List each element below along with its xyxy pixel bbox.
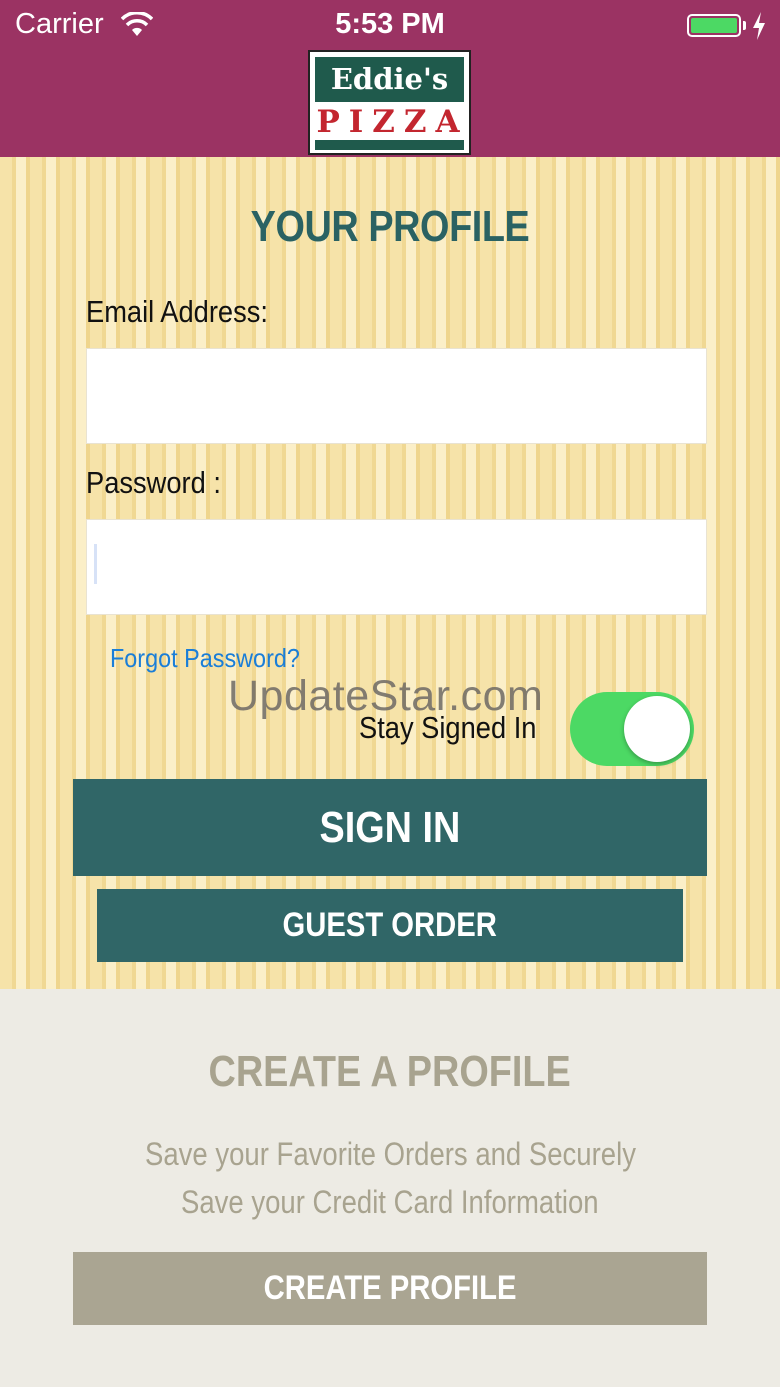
create-desc-line2: Save your Credit Card Information bbox=[0, 1184, 780, 1221]
create-desc-line2-text: Save your Credit Card Information bbox=[181, 1184, 599, 1220]
email-label: Email Address: bbox=[86, 294, 268, 329]
stay-signed-in-toggle[interactable] bbox=[570, 692, 694, 766]
battery-icon bbox=[687, 14, 741, 37]
logo-line2: PIZZA bbox=[316, 104, 469, 140]
create-desc-line1-text: Save your Favorite Orders and Securely bbox=[144, 1136, 636, 1172]
create-profile-heading: CREATE A PROFILE bbox=[0, 1047, 780, 1097]
status-bar: Carrier 5:53 PM bbox=[0, 0, 780, 52]
logo-bar bbox=[315, 140, 464, 150]
toggle-knob bbox=[624, 696, 690, 762]
app-header: Carrier 5:53 PM Eddie's PIZZA bbox=[0, 0, 780, 157]
text-caret bbox=[94, 544, 97, 584]
create-profile-heading-text: CREATE A PROFILE bbox=[208, 1047, 572, 1096]
charging-icon bbox=[752, 12, 766, 45]
email-field[interactable] bbox=[86, 348, 707, 444]
logo-line1: Eddie's bbox=[315, 57, 464, 102]
clock: 5:53 PM bbox=[335, 8, 445, 40]
guest-order-button[interactable]: GUEST ORDER bbox=[97, 889, 683, 962]
create-desc-line1: Save your Favorite Orders and Securely bbox=[0, 1136, 780, 1173]
guest-order-label: GUEST ORDER bbox=[282, 906, 498, 944]
forgot-password-link[interactable]: Forgot Password? bbox=[110, 643, 300, 674]
eddies-pizza-logo: Eddie's PIZZA bbox=[308, 50, 471, 155]
sign-in-label: SIGN IN bbox=[319, 803, 461, 852]
page-title: YOUR PROFILE bbox=[250, 202, 530, 251]
password-field[interactable] bbox=[86, 519, 707, 615]
create-profile-label: CREATE PROFILE bbox=[263, 1269, 517, 1307]
create-profile-button[interactable]: CREATE PROFILE bbox=[73, 1252, 707, 1325]
sign-in-button[interactable]: SIGN IN bbox=[73, 779, 707, 876]
stay-signed-in-label: Stay Signed In bbox=[359, 710, 537, 745]
battery-cap bbox=[743, 21, 746, 30]
password-label: Password : bbox=[86, 465, 221, 500]
